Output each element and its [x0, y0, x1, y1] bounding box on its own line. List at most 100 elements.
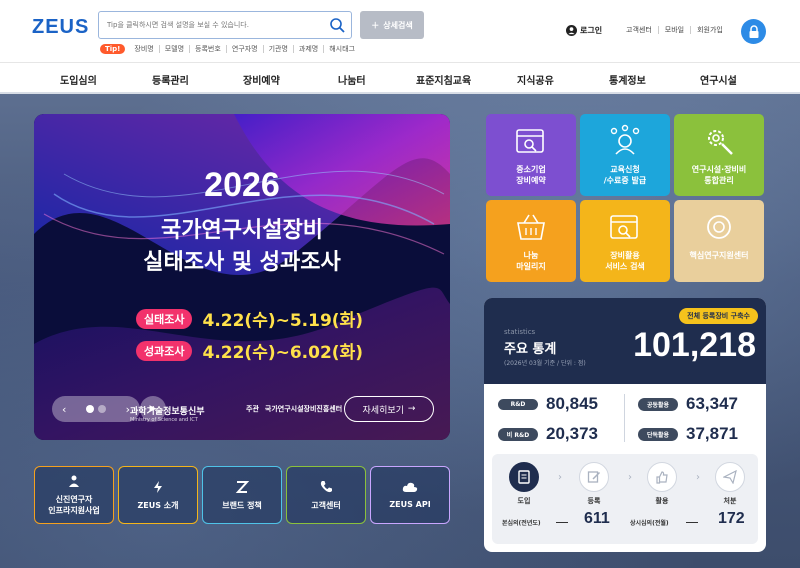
divider [556, 522, 568, 523]
stat-item: 단독활용 37,871 [638, 424, 738, 444]
quick-link-young-researcher[interactable]: 신진연구자 인프라지원사업 [34, 466, 114, 524]
nav-item-reservation[interactable]: 장비예약 [243, 72, 280, 87]
lifecycle-process: 도입 › 등록 › 활용 › 처분 본심의(전년도) 611 상시심의(전월) … [492, 454, 758, 544]
main-review-value: 611 [584, 510, 610, 527]
step-label: 처분 [723, 497, 737, 505]
paper-plane-icon [723, 470, 737, 484]
total-equipment-count: 101,218 [633, 326, 756, 364]
stats-title: 주요 통계 [504, 342, 557, 357]
stat-value: 80,845 [546, 394, 598, 413]
calendar-search-icon [610, 215, 638, 239]
tile-facility-budget[interactable]: 연구시설·장비비 통합관리 [674, 114, 764, 196]
quick-link-label: ZEUS API [389, 499, 431, 509]
quick-link-zeus-api[interactable]: ZEUS API [370, 466, 450, 524]
tip-keyword[interactable]: 해시태그 [324, 45, 360, 53]
nav-item-facilities[interactable]: 연구시설 [700, 72, 737, 87]
divider [686, 522, 698, 523]
ministry-name-en: Ministry of Science and ICT [130, 417, 198, 423]
main-navigation: 도입심의 등록관리 장비예약 나눔터 표준지침교육 지식공유 통계정보 연구시설 [0, 62, 800, 94]
banner-title-line1: 국가연구시설장비 [161, 218, 323, 243]
nav-item-education[interactable]: 표준지침교육 [416, 72, 471, 87]
stat-label: 공동활용 [638, 397, 678, 411]
stat-label: R&D [498, 398, 538, 410]
chevron-right-icon: › [628, 472, 632, 483]
tip-keyword[interactable]: 과제명 [294, 45, 325, 53]
tile-label: 장비활용 서비스 검색 [605, 250, 645, 272]
tile-label: 핵심연구지원센터 [690, 250, 749, 261]
tip-badge[interactable]: Tip! [100, 44, 126, 54]
pager-dot-active[interactable] [86, 405, 94, 413]
edit-icon [587, 471, 601, 483]
nav-item-knowledge[interactable]: 지식공유 [517, 72, 554, 87]
tile-core-center[interactable]: 핵심연구지원센터 [674, 200, 764, 282]
pager-dot[interactable] [98, 405, 106, 413]
tip-keyword[interactable]: 기관명 [264, 45, 294, 53]
quick-link-label: 신진연구자 인프라지원사업 [48, 495, 100, 515]
tip-keyword[interactable]: 등록번호 [190, 45, 227, 53]
header: ZEUS ＋ 상세검색 Tip! 장비명 모델명 등록번호 연구자명 기관명 과… [0, 0, 800, 62]
tile-service-search[interactable]: 장비활용 서비스 검색 [580, 200, 670, 282]
tip-keyword[interactable]: 모델명 [160, 45, 191, 53]
quick-link-zeus-intro[interactable]: ZEUS 소개 [118, 466, 198, 524]
core-center-icon [707, 215, 731, 239]
tile-sme-reservation[interactable]: 중소기업 장비예약 [486, 114, 576, 196]
login-label: 로그인 [580, 26, 603, 35]
next-slide-button[interactable]: › [126, 403, 130, 416]
tile-label: 연구시설·장비비 통합관리 [692, 164, 747, 186]
basket-icon [517, 214, 545, 240]
lock-button[interactable] [741, 19, 766, 44]
tile-label: 나눔 마일리지 [516, 250, 545, 272]
step-utilization[interactable]: 활용 [642, 462, 682, 506]
nav-item-sharing[interactable]: 나눔터 [338, 72, 366, 87]
login-link[interactable]: 로그인 [566, 25, 602, 36]
tile-label: 교육신청 /수료증 발급 [604, 164, 647, 186]
play-button[interactable]: ▶ [140, 396, 166, 422]
stat-value: 37,871 [686, 424, 738, 443]
lightning-icon [154, 480, 162, 493]
quick-link-label: 고객센터 [311, 500, 341, 510]
step-registration[interactable]: 등록 [574, 462, 614, 506]
zeus-logo[interactable]: ZEUS [32, 16, 89, 39]
step-introduction[interactable]: 도입 [504, 462, 544, 506]
step-label: 등록 [587, 497, 601, 505]
tile-label-text: 연구시설·장비비 통합관리 [691, 165, 747, 185]
stats-header: 전체 등록장비 구축수 statistics 주요 통계 (2026년 03월 … [484, 298, 766, 384]
quick-link-brand-policy[interactable]: 브랜드 정책 [202, 466, 282, 524]
statistics-panel: 전체 등록장비 구축수 statistics 주요 통계 (2026년 03월 … [484, 298, 766, 552]
tile-mileage[interactable]: 나눔 마일리지 [486, 200, 576, 282]
nav-item-review[interactable]: 도입심의 [60, 72, 97, 87]
signup-link[interactable]: 회원가입 [691, 26, 729, 34]
tile-label-text: 중소기업 장비예약 [516, 165, 546, 185]
search-input[interactable] [99, 12, 319, 38]
main-banner[interactable]: 2026 국가연구시설장비 실태조사 및 성과조사 실태조사 4.22(수)~5… [34, 114, 450, 440]
org-name: 국가연구시설장비진흥센터 [264, 405, 343, 413]
banner-more-button[interactable]: 자세히보기 → [344, 396, 434, 422]
zeus-z-icon [235, 480, 249, 493]
chevron-right-icon: › [696, 472, 700, 483]
stat-label: 단독활용 [638, 427, 678, 441]
step-label: 도입 [517, 497, 531, 505]
mobile-link[interactable]: 모바일 [659, 26, 692, 34]
thumbs-up-icon [656, 471, 668, 484]
prev-slide-button[interactable]: ‹ [62, 403, 66, 416]
tip-keyword[interactable]: 장비명 [129, 45, 160, 53]
tip-keyword[interactable]: 연구자명 [227, 45, 264, 53]
customer-center-link[interactable]: 고객센터 [620, 26, 659, 34]
utility-links: 고객센터 모바일 회원가입 [620, 26, 729, 34]
network-people-icon [610, 124, 640, 155]
search-icon[interactable] [329, 17, 345, 33]
stats-eng-label: statistics [504, 328, 536, 336]
nav-item-statistics[interactable]: 통계정보 [609, 72, 646, 87]
org-logo: 주관 국가연구시설장비진흥센터 [246, 404, 342, 414]
main-area: 2026 국가연구시설장비 실태조사 및 성과조사 실태조사 4.22(수)~5… [0, 94, 800, 568]
nav-item-registration[interactable]: 등록관리 [152, 72, 189, 87]
search-box [98, 11, 352, 39]
tile-education[interactable]: 교육신청 /수료증 발급 [580, 114, 670, 196]
step-label: 활용 [655, 497, 669, 505]
advanced-search-button[interactable]: ＋ 상세검색 [360, 11, 424, 39]
step-disposal[interactable]: 처분 [710, 462, 750, 506]
quick-link-customer-center[interactable]: 고객센터 [286, 466, 366, 524]
lock-icon [749, 24, 758, 38]
banner-schedule-row: 실태조사 4.22(수)~5.19(화) [136, 306, 363, 331]
banner-more-label: 자세히보기 [362, 405, 404, 416]
